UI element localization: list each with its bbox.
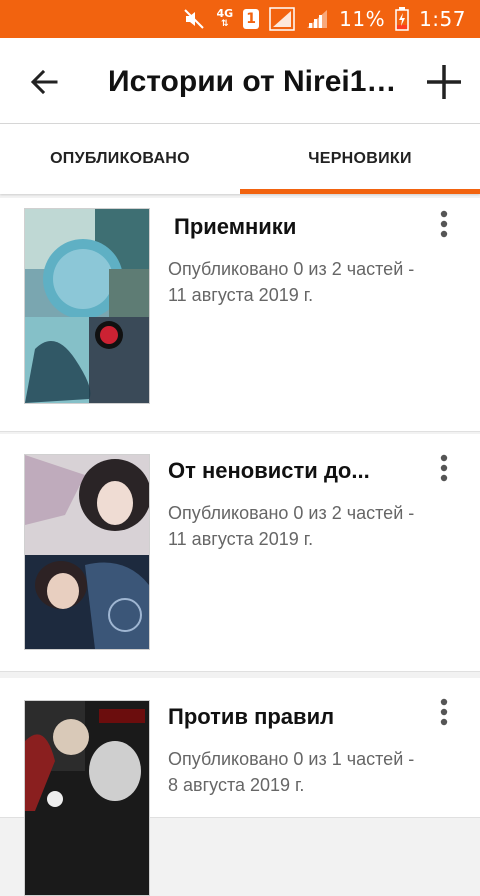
tab-published-label: ОПУБЛИКОВАНО <box>50 150 190 167</box>
tab-bar: ОПУБЛИКОВАНО ЧЕРНОВИКИ <box>0 124 480 194</box>
more-options-button[interactable] <box>430 206 458 242</box>
story-card[interactable]: Приемники Опубликовано 0 из 2 частей - 1… <box>0 198 480 432</box>
more-vert-icon <box>440 210 448 238</box>
clock: 1:57 <box>419 7 466 31</box>
story-card[interactable]: От неновисти до... Опубликовано 0 из 2 ч… <box>0 434 480 672</box>
story-meta-parts: Опубликовано 0 из 2 частей - <box>168 503 415 523</box>
sim-label: 1 <box>246 11 256 27</box>
story-meta-date: 8 августа 2019 г. <box>168 775 305 795</box>
network-type-label: 4G <box>216 7 234 20</box>
add-story-button[interactable] <box>420 58 468 106</box>
story-title[interactable]: Против правил <box>168 704 418 730</box>
battery-percent: 11% <box>339 7 386 31</box>
story-title[interactable]: Приемники <box>174 214 424 240</box>
story-meta: Опубликовано 0 из 2 частей - 11 августа … <box>168 256 468 308</box>
more-options-button[interactable] <box>430 450 458 486</box>
story-cover-image <box>24 454 150 650</box>
tab-drafts[interactable]: ЧЕРНОВИКИ <box>240 124 480 194</box>
more-options-button[interactable] <box>430 694 458 730</box>
story-cover-image <box>24 700 150 896</box>
story-meta: Опубликовано 0 из 2 частей - 11 августа … <box>168 500 468 552</box>
tab-drafts-label: ЧЕРНОВИКИ <box>308 150 412 167</box>
mute-icon <box>182 7 206 31</box>
story-meta-date: 11 августа 2019 г. <box>168 285 314 305</box>
story-meta-date: 11 августа 2019 г. <box>168 529 314 549</box>
back-button[interactable] <box>22 60 66 104</box>
story-cover-image <box>24 208 150 404</box>
arrow-back-icon <box>30 69 58 95</box>
sim-icon: 1 <box>243 9 260 29</box>
story-card[interactable]: Против правил Опубликовано 0 из 1 частей… <box>0 678 480 896</box>
app-bar: Истории от Nirei12... <box>0 38 480 124</box>
signal-icon <box>269 7 295 31</box>
page-title: Истории от Nirei12... <box>108 65 398 98</box>
tab-published[interactable]: ОПУБЛИКОВАНО <box>0 124 240 194</box>
story-meta-parts: Опубликовано 0 из 1 частей - <box>168 749 415 769</box>
more-vert-icon <box>440 698 448 726</box>
status-bar: 4G ⇅ 1 11% 1:57 <box>0 0 480 38</box>
network-type-icon: 4G ⇅ <box>216 7 234 29</box>
story-meta: Опубликовано 0 из 1 частей - 8 августа 2… <box>168 746 468 798</box>
story-title[interactable]: От неновисти до... <box>168 458 418 484</box>
story-meta-parts: Опубликовано 0 из 2 частей - <box>168 259 415 279</box>
more-vert-icon <box>440 454 448 482</box>
signal-2-icon <box>305 7 329 31</box>
battery-charging-icon <box>395 7 409 31</box>
plus-icon <box>427 65 461 99</box>
